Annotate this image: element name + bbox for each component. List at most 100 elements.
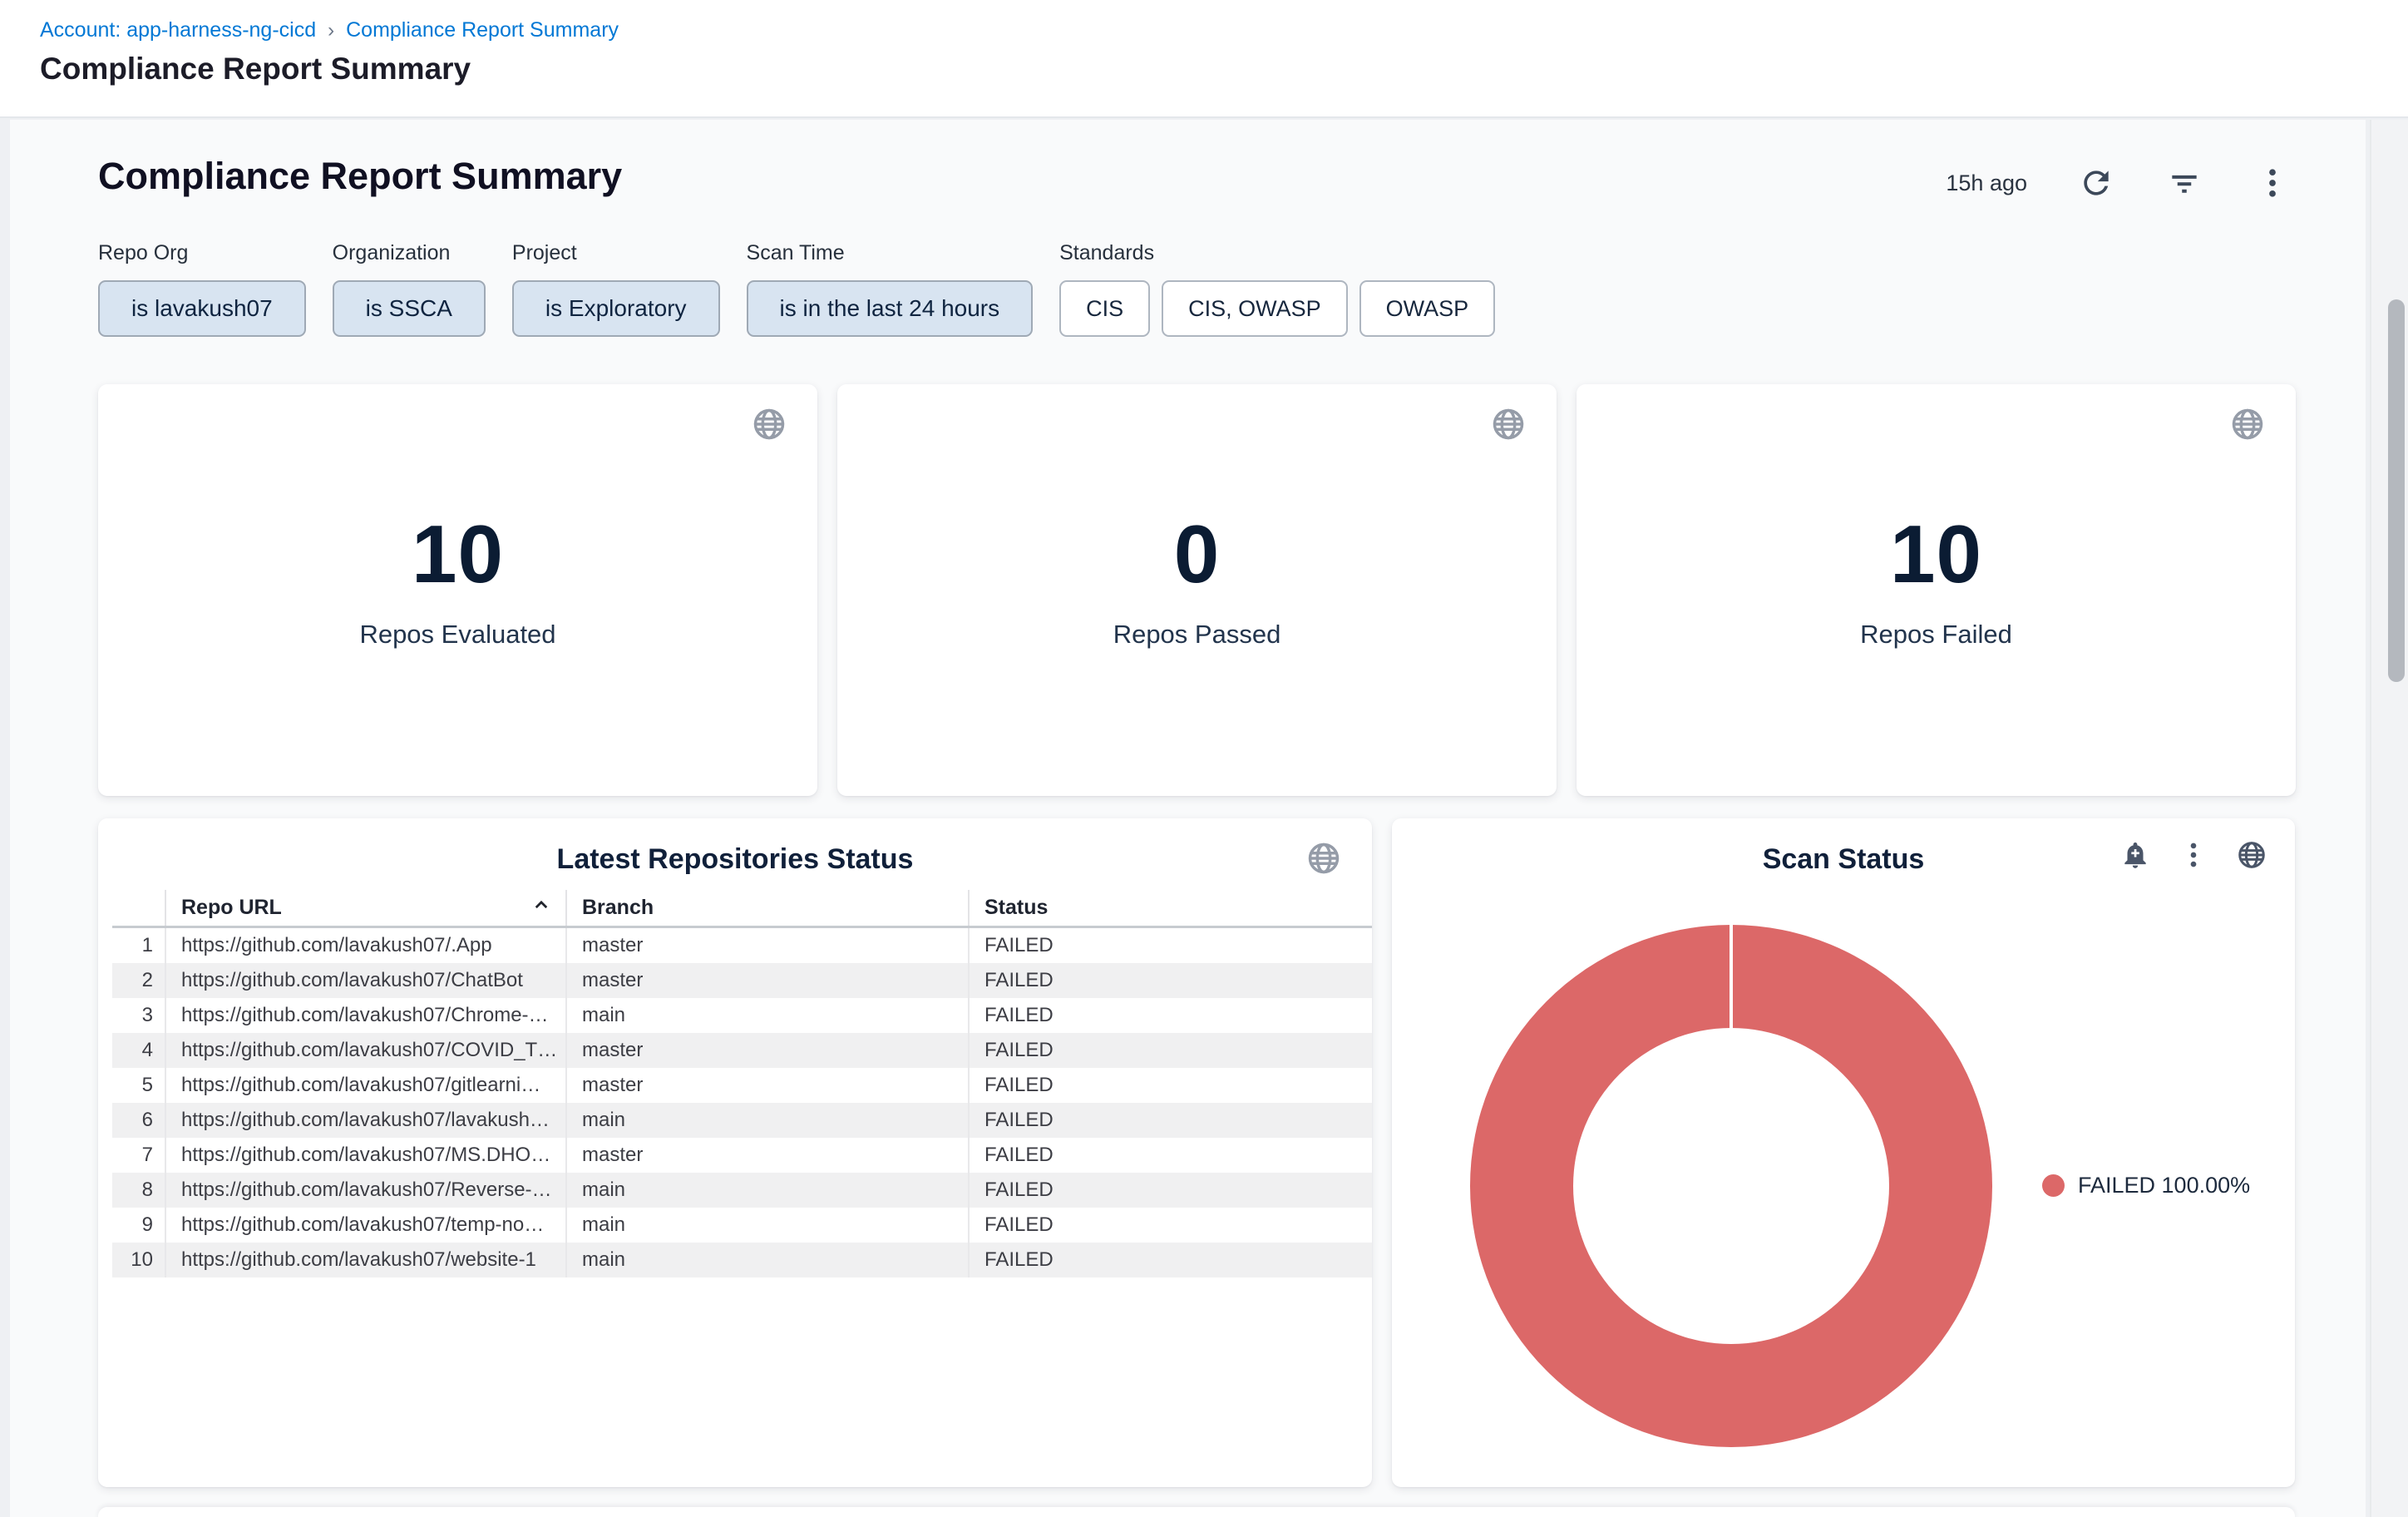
- cell-status: FAILED: [968, 963, 1372, 998]
- metric-value: 10: [1577, 507, 2296, 601]
- vertical-scrollbar-thumb[interactable]: [2388, 299, 2405, 682]
- filter-chip-repo-org[interactable]: is lavakush07: [98, 280, 306, 337]
- filter-label: Organization: [333, 241, 486, 265]
- cell-repo-url: https://github.com/lavakush07/Chrome-…: [165, 998, 565, 1033]
- standards-option-cis-owasp[interactable]: CIS, OWASP: [1162, 280, 1348, 337]
- cell-repo-url: https://github.com/lavakush07/gitlearni…: [165, 1068, 565, 1103]
- row-index: 8: [112, 1173, 165, 1208]
- filter-project: Project is Exploratory: [512, 241, 720, 337]
- cell-branch: main: [565, 1208, 968, 1243]
- row-index: 10: [112, 1243, 165, 1277]
- filter-label: Standards: [1059, 241, 1495, 265]
- cell-branch: master: [565, 1068, 968, 1103]
- breadcrumb: Account: app-harness-ng-cicd › Complianc…: [40, 18, 619, 42]
- filter-icon[interactable]: [2165, 164, 2203, 202]
- globe-icon[interactable]: [2229, 406, 2266, 442]
- cell-branch: master: [565, 1138, 968, 1173]
- row-index: 9: [112, 1208, 165, 1243]
- column-header-branch[interactable]: Branch: [565, 890, 968, 926]
- filter-chip-organization[interactable]: is SSCA: [333, 280, 486, 337]
- repositories-table: Repo URL Branch Status 1https://github.c…: [112, 890, 1372, 1277]
- metric-label: Repos Failed: [1577, 620, 2296, 650]
- table-header-row: Repo URL Branch Status: [112, 890, 1372, 928]
- cell-repo-url: https://github.com/lavakush07/Reverse-…: [165, 1173, 565, 1208]
- cell-repo-url: https://github.com/lavakush07/.App: [165, 928, 565, 963]
- table-row[interactable]: 1https://github.com/lavakush07/.Appmaste…: [112, 928, 1372, 963]
- cell-status: FAILED: [968, 1033, 1372, 1068]
- app-header: Account: app-harness-ng-cicd › Complianc…: [0, 0, 2408, 118]
- metrics-row: 10 Repos Evaluated 0 Repos Passed 10 Rep…: [98, 384, 2296, 796]
- breadcrumb-separator: ›: [328, 19, 334, 42]
- notification-add-icon[interactable]: [2119, 838, 2152, 872]
- cell-repo-url: https://github.com/lavakush07/COVID_T…: [165, 1033, 565, 1068]
- table-row[interactable]: 2https://github.com/lavakush07/ChatBotma…: [112, 963, 1372, 998]
- column-header-repo-url[interactable]: Repo URL: [165, 890, 565, 926]
- cell-repo-url: https://github.com/lavakush07/lavakush…: [165, 1103, 565, 1138]
- cell-branch: master: [565, 928, 968, 963]
- dashboard-meta: 15h ago: [1946, 160, 2292, 206]
- bottom-row: Latest Repositories Status Repo URL Bran…: [98, 818, 2295, 1487]
- cell-branch: main: [565, 998, 968, 1033]
- filter-chip-scan-time[interactable]: is in the last 24 hours: [747, 280, 1034, 337]
- table-row[interactable]: 4https://github.com/lavakush07/COVID_T…m…: [112, 1033, 1372, 1068]
- kebab-menu-icon[interactable]: [2253, 164, 2292, 202]
- metric-label: Repos Passed: [837, 620, 1557, 650]
- scan-card-actions: [2119, 838, 2268, 872]
- globe-icon[interactable]: [1305, 840, 1342, 877]
- cell-branch: main: [565, 1173, 968, 1208]
- globe-icon[interactable]: [751, 406, 787, 442]
- globe-icon[interactable]: [2235, 838, 2268, 872]
- table-row[interactable]: 7https://github.com/lavakush07/MS.DHO…ma…: [112, 1138, 1372, 1173]
- table-row[interactable]: 5https://github.com/lavakush07/gitlearni…: [112, 1068, 1372, 1103]
- refresh-icon[interactable]: [2077, 164, 2115, 202]
- row-index: 7: [112, 1138, 165, 1173]
- last-refreshed-label: 15h ago: [1946, 170, 2027, 196]
- metric-card-repos-failed: 10 Repos Failed: [1577, 384, 2296, 796]
- donut-hole: [1573, 1028, 1889, 1344]
- breadcrumb-current-link[interactable]: Compliance Report Summary: [346, 18, 619, 42]
- latest-repositories-status-card: Latest Repositories Status Repo URL Bran…: [98, 818, 1372, 1487]
- page-title: Compliance Report Summary: [40, 52, 471, 86]
- row-index: 2: [112, 963, 165, 998]
- standards-option-owasp[interactable]: OWASP: [1359, 280, 1496, 337]
- cell-branch: main: [565, 1243, 968, 1277]
- cell-repo-url: https://github.com/lavakush07/temp-no…: [165, 1208, 565, 1243]
- legend-label: FAILED 100.00%: [2078, 1173, 2250, 1198]
- cell-status: FAILED: [968, 1173, 1372, 1208]
- scan-status-donut-chart[interactable]: [1470, 925, 1992, 1447]
- legend-item-failed[interactable]: FAILED 100.00%: [2042, 1173, 2250, 1198]
- row-index: 1: [112, 928, 165, 963]
- cell-status: FAILED: [968, 1103, 1372, 1138]
- metric-card-repos-passed: 0 Repos Passed: [837, 384, 1557, 796]
- kebab-menu-icon[interactable]: [2177, 838, 2210, 872]
- metric-label: Repos Evaluated: [98, 620, 817, 650]
- filter-label: Scan Time: [747, 241, 1034, 265]
- table-row[interactable]: 6https://github.com/lavakush07/lavakush……: [112, 1103, 1372, 1138]
- scan-status-card: Scan Status FAILED 100.00%: [1392, 818, 2295, 1487]
- cell-status: FAILED: [968, 1208, 1372, 1243]
- metric-card-repos-evaluated: 10 Repos Evaluated: [98, 384, 817, 796]
- cell-branch: main: [565, 1103, 968, 1138]
- globe-icon[interactable]: [1490, 406, 1527, 442]
- cell-repo-url: https://github.com/lavakush07/website-1: [165, 1243, 565, 1277]
- filter-organization: Organization is SSCA: [333, 241, 486, 337]
- filter-scan-time: Scan Time is in the last 24 hours: [747, 241, 1034, 337]
- standards-option-cis[interactable]: CIS: [1059, 280, 1150, 337]
- table-card-title: Latest Repositories Status: [98, 843, 1372, 876]
- table-row[interactable]: 3https://github.com/lavakush07/Chrome-…m…: [112, 998, 1372, 1033]
- cell-status: FAILED: [968, 1138, 1372, 1173]
- column-header-status[interactable]: Status: [968, 890, 1372, 926]
- next-tile-partial: [98, 1507, 2295, 1517]
- cell-repo-url: https://github.com/lavakush07/ChatBot: [165, 963, 565, 998]
- vertical-scrollbar-track[interactable]: [2370, 120, 2408, 1517]
- legend-color-dot: [2042, 1174, 2065, 1197]
- row-index: 3: [112, 998, 165, 1033]
- table-row[interactable]: 9https://github.com/lavakush07/temp-no…m…: [112, 1208, 1372, 1243]
- cell-status: FAILED: [968, 998, 1372, 1033]
- table-row[interactable]: 10https://github.com/lavakush07/website-…: [112, 1243, 1372, 1277]
- filters-row: Repo Org is lavakush07 Organization is S…: [98, 241, 1495, 337]
- column-header-index: [112, 890, 165, 926]
- table-row[interactable]: 8https://github.com/lavakush07/Reverse-……: [112, 1173, 1372, 1208]
- filter-chip-project[interactable]: is Exploratory: [512, 280, 720, 337]
- breadcrumb-account-link[interactable]: Account: app-harness-ng-cicd: [40, 18, 316, 42]
